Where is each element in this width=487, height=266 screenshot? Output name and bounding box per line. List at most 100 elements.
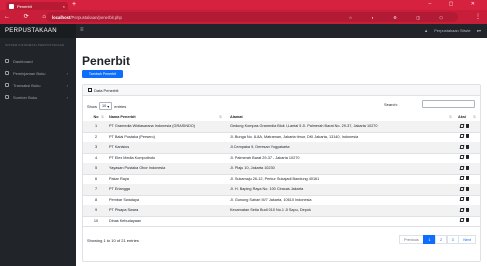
row-actions — [459, 218, 469, 223]
search-input[interactable] — [422, 100, 475, 108]
cell-no: 8 — [94, 197, 98, 202]
sort-icon: ⇅ — [449, 115, 452, 119]
sidebar-toggle-icon[interactable]: ≡ — [80, 27, 84, 33]
browser-menu-icon[interactable]: ⋮ — [475, 13, 481, 20]
row-actions — [459, 123, 469, 128]
cell-name: PT Pisapa Swara — [109, 208, 139, 212]
delete-icon[interactable] — [465, 207, 469, 212]
delete-icon[interactable] — [465, 134, 469, 139]
browser-nav-buttons[interactable]: ← ⟳ ⌂ — [4, 13, 52, 20]
column-header-no[interactable]: No — [91, 115, 101, 119]
browser-toolbar-icons[interactable]: ☆ ◐ ⚙ ◫ ⬡ — [349, 15, 452, 20]
sidebar-item-transaksi[interactable]: Transaksi Buku › — [0, 80, 76, 90]
cell-no: 2 — [94, 134, 98, 139]
delete-icon[interactable] — [465, 176, 469, 181]
sidebar-item-dashboard[interactable]: Dashboard — [0, 56, 76, 66]
delete-icon[interactable] — [465, 155, 469, 160]
sidebar-item-label: Transaksi Buku — [13, 82, 41, 88]
row-actions — [459, 134, 469, 139]
show-label: Show — [87, 103, 98, 109]
bell-icon[interactable]: ▲ — [424, 28, 428, 33]
table-icon — [88, 88, 92, 92]
cell-no: 6 — [94, 176, 98, 181]
cell-no: 3 — [94, 145, 98, 149]
edit-icon[interactable] — [459, 176, 465, 180]
sidebar-heading: SISTEM INFORMASI PERPUSTAKAAN — [5, 43, 65, 47]
delete-icon[interactable] — [465, 186, 469, 191]
url-path: /Perpustakaan/penerbit.php — [70, 14, 122, 20]
row-actions — [459, 165, 469, 170]
sidebar-item-peminjaman[interactable]: Peminjaman Buku › — [0, 68, 76, 78]
chevron-right-icon: › — [66, 70, 68, 76]
sort-icon: ⇅ — [101, 115, 104, 119]
entries-length: Show 10 ▾ entries — [87, 102, 126, 110]
cell-address: Gedung Kompas Gramedia Blok I,Lantai 5 J… — [230, 124, 378, 128]
cell-name: PT Gramedia Widiasarana Indonesia (GRASI… — [109, 124, 196, 128]
column-header-address[interactable]: Alamat — [230, 115, 243, 119]
cell-name: PT Elex Media Komputindo — [109, 155, 155, 160]
edit-icon[interactable] — [459, 155, 465, 159]
delete-icon[interactable] — [465, 144, 469, 149]
chevron-right-icon: › — [66, 94, 68, 100]
row-actions — [459, 186, 469, 191]
sidebar-item-sumber[interactable]: Sumber Buku › — [0, 92, 76, 102]
cell-no: 7 — [94, 187, 98, 191]
app-brand[interactable]: PERPUSTAKAAN — [0, 24, 76, 38]
column-header-name[interactable]: Nama Penerbit — [109, 115, 136, 119]
cell-name: Pakar Raya — [109, 176, 129, 181]
edit-icon[interactable] — [459, 165, 465, 170]
edit-icon[interactable] — [459, 144, 465, 149]
sort-icon: ⇅ — [219, 115, 222, 119]
edit-icon[interactable] — [459, 123, 465, 128]
edit-icon[interactable] — [459, 186, 465, 191]
cell-name: Pembar Swadaya — [109, 197, 139, 202]
edit-icon[interactable] — [459, 134, 465, 138]
table-info: Showing 1 to 10 of 21 entries — [87, 238, 139, 243]
row-actions — [459, 176, 469, 181]
cell-no: 5 — [94, 166, 98, 170]
pagination-page-3[interactable]: 3 — [446, 235, 459, 244]
cell-address: Jl. Sukamaju 26-12, Perkur Sukajadi Band… — [230, 176, 320, 181]
sidebar-item-label: Peminjaman Buku — [13, 70, 46, 76]
pagination-page-2[interactable]: 2 — [434, 235, 448, 244]
pagination: Previous 1 2 3 Next — [399, 235, 476, 244]
sidebar-item-label: Sumber Buku — [13, 94, 38, 100]
cell-address: Jl. Gunung Sahari III/7 Jakarta, 10610 I… — [230, 197, 312, 202]
edit-icon[interactable] — [459, 218, 465, 222]
delete-icon[interactable] — [465, 218, 469, 223]
source-icon — [5, 95, 9, 99]
sidebar-item-label: Dashboard — [13, 58, 33, 64]
cell-address: Jl. H. Baping Raya No. 100 Ciracas Jakar… — [230, 187, 304, 191]
cell-address: Jl.Cempaka 9, Deresan Yogyakarta — [230, 145, 290, 149]
tab-close-icon[interactable]: × — [63, 4, 65, 9]
sidebar: SISTEM INFORMASI PERPUSTAKAAN Dashboard … — [0, 38, 76, 266]
url-host: localhost — [52, 14, 71, 20]
user-avatar-icon: ●▾ — [476, 28, 481, 33]
pagination-page-1[interactable]: 1 — [423, 235, 436, 244]
row-actions — [459, 144, 469, 149]
cell-no: 1 — [94, 124, 98, 128]
pagination-previous[interactable]: Previous — [399, 235, 424, 244]
window-controls[interactable]: – ▢ ✕ — [429, 1, 483, 7]
user-menu[interactable]: ▲ Perpustakaan Stiwle ●▾ — [424, 28, 481, 33]
pagination-next[interactable]: Next — [458, 235, 476, 244]
new-tab-button[interactable]: + — [72, 1, 76, 9]
entries-select[interactable]: 10 ▾ — [99, 102, 113, 110]
cell-name: PT Erlangga — [109, 187, 131, 191]
add-publisher-button[interactable]: Tambah Penerbit — [82, 70, 123, 78]
table-row: 10 Dinas Kebudayaan — [83, 216, 480, 227]
delete-icon[interactable] — [465, 197, 469, 202]
edit-icon[interactable] — [459, 207, 465, 212]
cell-no: 4 — [94, 155, 98, 160]
browser-address-bar: ← ⟳ ⌂ localhost /Perpustakaan/penerbit.p… — [0, 10, 487, 24]
cell-name: PT Kanisius — [109, 145, 130, 149]
delete-icon[interactable] — [465, 165, 469, 170]
tab-favicon-icon — [9, 3, 14, 9]
browser-tab[interactable]: Penerbit × — [6, 2, 68, 10]
browser-tabstrip: Penerbit × + – ▢ ✕ — [0, 0, 487, 10]
url-field[interactable]: localhost /Perpustakaan/penerbit.php ☆ ◐… — [46, 12, 458, 22]
cell-no: 9 — [94, 208, 98, 212]
edit-icon[interactable] — [459, 197, 465, 201]
column-header-action: Aksi — [458, 115, 467, 119]
delete-icon[interactable] — [465, 123, 469, 128]
